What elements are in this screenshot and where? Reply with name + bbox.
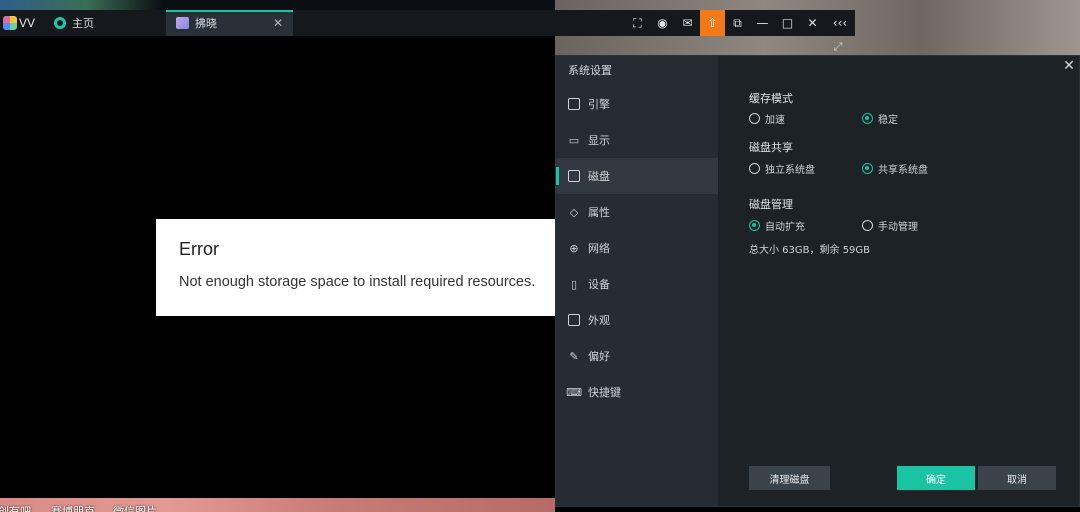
chip-icon [568,98,580,110]
radio-selected-icon [862,113,873,124]
radio-label: 共享系统盘 [878,165,928,176]
sidebar-item-label: 网络 [588,242,610,255]
desktop-icon-label[interactable]: 创有吧 [0,503,31,512]
sidebar-item-label: 设备 [588,278,610,291]
sidebar-item-display[interactable]: ▭ 显示 [556,122,718,158]
radio-auto-expand[interactable]: 自动扩充 [749,218,805,233]
radio-label: 加速 [765,115,785,126]
upload-button[interactable]: ⇧ [700,10,725,36]
disk-icon [568,170,580,182]
minimize-button[interactable]: — [750,10,775,36]
window-icon [568,314,580,326]
tab-home[interactable]: 主页 [44,10,166,36]
radio-label: 稳定 [878,115,898,126]
tab-label: 主页 [72,17,94,30]
settings-sidebar: 系统设置 引擎 ▭ 显示 磁盘 ◇ 属性 ⊕ 网络 ▯ 设备 外观 ✎ 偏好 ⌨… [556,56,718,506]
radio-icon [862,220,873,231]
sidebar-item-label: 快捷键 [588,386,621,399]
emulator-titlebar: VV 主页 拂晓 ✕ ⛶ ◉ ✉ ⇧ ⧉ — □ ✕ ‹‹‹ [0,10,855,36]
desktop-icon-label[interactable]: 赛博朋克 [51,503,95,512]
sidebar-item-engine[interactable]: 引擎 [556,86,718,122]
radio-selected-icon [862,163,873,174]
radio-manual-manage[interactable]: 手动管理 [862,218,918,233]
clean-disk-button[interactable]: 清理磁盘 [749,466,830,490]
collapse-sidebar-button[interactable]: ‹‹‹ [825,10,855,36]
screenshot-button[interactable]: ⛶ [625,10,650,36]
window-controls: ⛶ ◉ ✉ ⇧ ⧉ — □ ✕ ‹‹‹ [625,10,855,36]
sidebar-item-label: 引擎 [588,98,610,111]
cancel-button[interactable]: 取消 [978,466,1056,490]
settings-title: 系统设置 [568,64,612,77]
sidebar-item-shortcuts[interactable]: ⌨ 快捷键 [556,374,718,410]
tab-game[interactable]: 拂晓 ✕ [166,10,293,36]
error-message: Not enough storage space to install requ… [179,274,536,290]
mail-button[interactable]: ✉ [675,10,700,36]
settings-nav: 引擎 ▭ 显示 磁盘 ◇ 属性 ⊕ 网络 ▯ 设备 外观 ✎ 偏好 ⌨ 快捷键 [556,86,718,410]
account-button[interactable]: ◉ [650,10,675,36]
disk-size-info: 总大小 63GB，剩余 59GB [749,245,871,256]
close-button[interactable]: ✕ [800,10,825,36]
settings-panel: 系统设置 引擎 ▭ 显示 磁盘 ◇ 属性 ⊕ 网络 ▯ 设备 外观 ✎ 偏好 ⌨… [555,55,1080,507]
section-title-disk-manage: 磁盘管理 [749,198,793,211]
radio-label: 手动管理 [878,222,918,233]
section-title-cache: 缓存模式 [749,92,793,105]
home-icon [54,17,66,29]
radio-icon [749,163,760,174]
sidebar-item-label: 属性 [588,206,610,219]
sidebar-item-label: 偏好 [588,350,610,363]
multi-window-button[interactable]: ⧉ [725,10,750,36]
desktop-icon-label[interactable]: 微信图片 [113,503,157,512]
radio-icon [749,113,760,124]
sidebar-item-preferences[interactable]: ✎ 偏好 [556,338,718,374]
app-name: VV [19,16,36,30]
sidebar-item-appearance[interactable]: 外观 [556,302,718,338]
radio-selected-icon [749,220,760,231]
app-logo[interactable]: VV [0,10,44,36]
sidebar-item-disk[interactable]: 磁盘 [556,158,718,194]
sidebar-item-network[interactable]: ⊕ 网络 [556,230,718,266]
wrench-icon: ✎ [569,349,579,363]
radio-cache-stable[interactable]: 稳定 [862,111,898,126]
radio-label: 自动扩充 [765,222,805,233]
sidebar-item-properties[interactable]: ◇ 属性 [556,194,718,230]
monitor-icon: ▭ [568,133,580,147]
tab-label: 拂晓 [195,17,217,30]
error-dialog: Error Not enough storage space to instal… [156,219,555,316]
radio-cache-accelerate[interactable]: 加速 [749,111,785,126]
phone-icon: ▯ [570,277,578,291]
error-title: Error [179,239,219,259]
maximize-button[interactable]: □ [775,10,800,36]
radio-shared-disk[interactable]: 共享系统盘 [862,161,928,176]
radio-label: 独立系统盘 [765,165,815,176]
game-icon [176,17,189,29]
sidebar-item-label: 显示 [588,134,610,147]
tag-icon: ◇ [569,205,579,219]
sidebar-item-label: 磁盘 [588,170,610,183]
section-title-disk-share: 磁盘共享 [749,141,793,154]
fullscreen-icon[interactable]: ⤢ [829,40,847,54]
app-logo-icon [3,16,17,30]
radio-independent-disk[interactable]: 独立系统盘 [749,161,815,176]
settings-close-icon[interactable]: ✕ [1061,58,1077,74]
keyboard-icon: ⌨ [566,385,582,399]
tab-close-icon[interactable]: ✕ [273,16,283,30]
sidebar-item-label: 外观 [588,314,610,327]
globe-icon: ⊕ [569,241,579,255]
sidebar-item-device[interactable]: ▯ 设备 [556,266,718,302]
confirm-button[interactable]: 确定 [897,466,975,490]
